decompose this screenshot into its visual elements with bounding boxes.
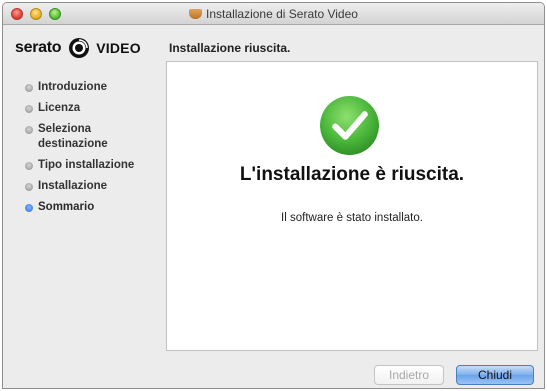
title-bar[interactable]: Installazione di Serato Video xyxy=(3,3,544,25)
content-panel: L'installazione è riuscita. Il software … xyxy=(166,61,538,351)
step-bullet-icon xyxy=(25,162,33,170)
step-label: Licenza xyxy=(38,102,81,114)
step-introduction: Introduzione xyxy=(25,80,165,95)
step-summary: Sommario xyxy=(25,200,165,215)
step-bullet-icon xyxy=(25,105,33,113)
step-install-type: Tipo installazione xyxy=(25,158,165,173)
step-bullet-active-icon xyxy=(25,204,33,212)
step-header: Installazione riuscita. xyxy=(169,41,291,55)
close-button[interactable]: Chiudi xyxy=(456,365,534,385)
brand-product: VIDEO xyxy=(96,40,141,56)
installer-steps-list: Introduzione Licenza Seleziona destinazi… xyxy=(25,80,165,221)
step-license: Licenza xyxy=(25,101,165,116)
step-bullet-icon xyxy=(25,84,33,92)
step-label: Seleziona destinazione xyxy=(38,123,108,150)
step-label: Tipo installazione xyxy=(38,159,135,171)
window-title: Installazione di Serato Video xyxy=(206,7,358,21)
step-installation: Installazione xyxy=(25,179,165,194)
back-button[interactable]: Indietro xyxy=(374,365,444,385)
serato-disc-icon xyxy=(69,38,90,58)
success-checkmark-icon xyxy=(320,96,379,155)
success-message: Il software è stato installato. xyxy=(281,212,423,224)
brand-name: serato xyxy=(15,39,62,56)
success-title: L'installazione è riuscita. xyxy=(239,164,465,185)
window-title-container: Installazione di Serato Video xyxy=(3,7,544,21)
installer-package-icon xyxy=(189,9,203,19)
step-bullet-icon xyxy=(25,183,33,191)
step-label: Introduzione xyxy=(38,81,107,93)
brand-logo: serato VIDEO xyxy=(15,36,141,60)
installer-window: Installazione di Serato Video serato VID… xyxy=(2,2,545,389)
step-label: Sommario xyxy=(38,201,95,213)
step-bullet-icon xyxy=(25,126,33,134)
step-destination: Seleziona destinazione xyxy=(25,122,121,152)
step-label: Installazione xyxy=(38,180,108,192)
